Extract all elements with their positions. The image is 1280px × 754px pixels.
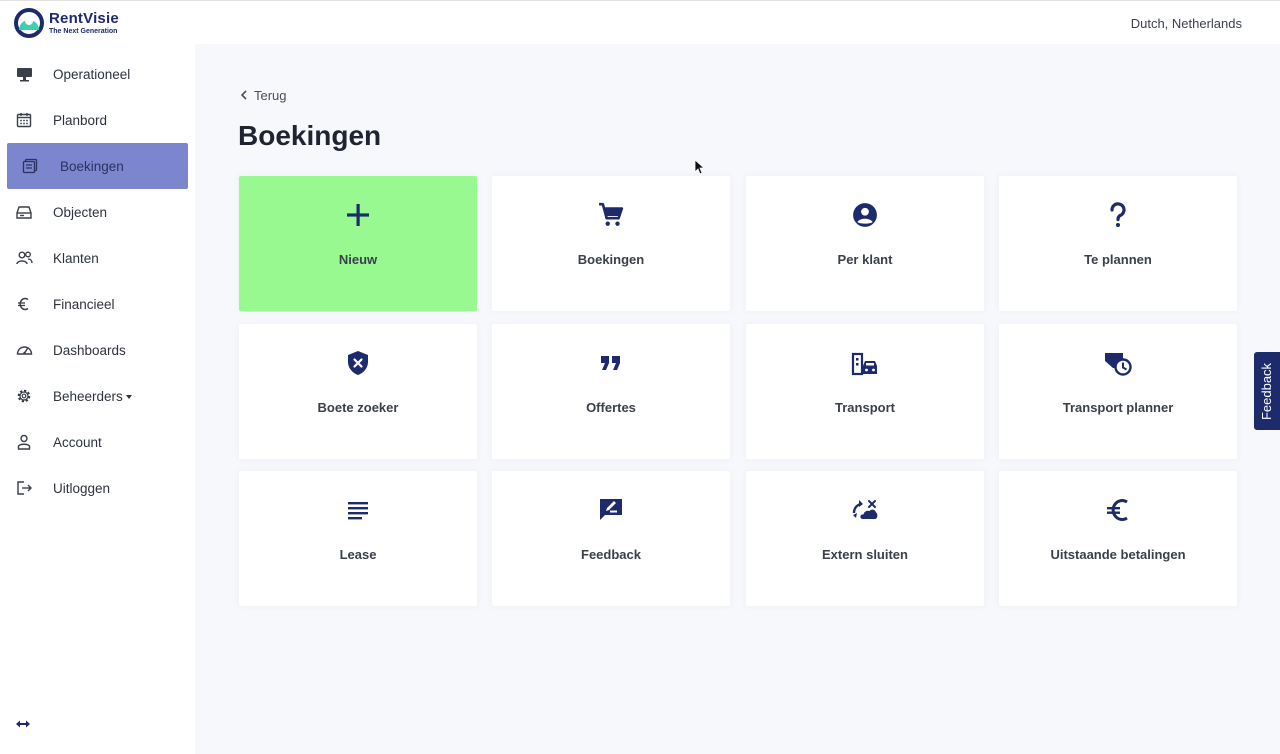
sidebar-item-objecten[interactable]: Objecten: [0, 189, 195, 235]
sidebar-item-label: Beheerders: [53, 388, 123, 404]
sidebar-item-klanten[interactable]: Klanten: [0, 235, 195, 281]
collapse-arrows-icon[interactable]: [16, 716, 30, 732]
tile-label: Per klant: [837, 252, 893, 267]
city-car-icon: [746, 348, 984, 378]
sidebar-item-label: Planbord: [53, 112, 108, 128]
plus-icon: [239, 200, 477, 230]
question-icon: [999, 200, 1237, 230]
tile-label: Transport planner: [1062, 400, 1174, 415]
tile-label: Boekingen: [577, 252, 645, 267]
brand-name: RentVisie: [49, 10, 119, 27]
sidebar-item-beheerders[interactable]: Beheerders: [0, 373, 195, 419]
feedback-tab-label: Feedback: [1259, 362, 1275, 420]
sidebar-item-label: Dashboards: [53, 342, 126, 358]
logo-icon: [13, 8, 45, 38]
feedback-tab[interactable]: Feedback: [1254, 352, 1280, 430]
tile-label: Lease: [339, 547, 377, 562]
chevron-down-icon: [125, 394, 132, 399]
tile-per-klant[interactable]: Per klant: [746, 176, 984, 311]
tile-label: Te plannen: [1084, 252, 1152, 267]
tile-offertes[interactable]: Offertes: [492, 324, 730, 459]
tile-label: Nieuw: [338, 252, 378, 267]
gear-icon: [15, 387, 33, 405]
sidebar-item-planbord[interactable]: Planbord: [0, 97, 195, 143]
sidebar-item-uitloggen[interactable]: Uitloggen: [0, 465, 195, 511]
tile-label: Feedback: [581, 547, 641, 562]
tile-extern-sluiten[interactable]: Extern sluiten: [746, 471, 984, 606]
sidebar-item-financieel[interactable]: Financieel: [0, 281, 195, 327]
gauge-icon: [15, 341, 33, 359]
euro-icon: [999, 495, 1237, 525]
shield-x-icon: [239, 348, 477, 378]
lines-icon: [239, 495, 477, 525]
tile-te-plannen[interactable]: Te plannen: [999, 176, 1237, 311]
logout-icon: [15, 479, 33, 497]
feedback-icon: [492, 495, 730, 525]
back-link[interactable]: Terug: [240, 88, 287, 103]
cart-icon: [492, 200, 730, 230]
user-icon: [15, 433, 33, 451]
top-bar: RentVisie The Next Generation Dutch, Net…: [0, 0, 1280, 44]
calendar-icon: [15, 111, 33, 129]
tile-boete-zoeker[interactable]: Boete zoeker: [239, 324, 477, 459]
chevron-left-icon: [240, 89, 248, 103]
tile-uitstaande-betalingen[interactable]: Uitstaande betalingen: [999, 471, 1237, 606]
tile-label: Offertes: [586, 400, 636, 415]
bookings-icon: [21, 157, 39, 175]
tile-nieuw[interactable]: Nieuw: [239, 176, 477, 311]
brand-tagline: The Next Generation: [49, 28, 118, 35]
truck-clock-icon: [999, 348, 1237, 378]
sidebar-item-label: Operationeel: [53, 66, 131, 82]
tile-lease[interactable]: Lease: [239, 471, 477, 606]
sidebar-item-label: Uitloggen: [53, 480, 111, 496]
sidebar-item-dashboards[interactable]: Dashboards: [0, 327, 195, 373]
tile-transport[interactable]: Transport: [746, 324, 984, 459]
tile-transport-planner[interactable]: Transport planner: [999, 324, 1237, 459]
euro-icon: [15, 295, 33, 313]
people-icon: [15, 249, 33, 267]
sidebar-item-label: Objecten: [53, 204, 108, 220]
tile-label: Extern sluiten: [822, 547, 908, 562]
sidebar-item-boekingen[interactable]: Boekingen: [7, 143, 188, 189]
sidebar-item-label: Financieel: [53, 296, 115, 312]
tile-label: Uitstaande betalingen: [1050, 547, 1186, 562]
sidebar-item-label: Account: [53, 434, 102, 450]
quote-icon: [492, 348, 730, 378]
monitor-icon: [15, 65, 33, 83]
sidebar: Operationeel Planbord Boekingen Objecten…: [0, 44, 195, 754]
tile-label: Transport: [835, 400, 895, 415]
sidebar-item-label: Klanten: [53, 250, 99, 266]
sidebar-item-label: Boekingen: [60, 158, 124, 174]
cloud-swap-icon: [746, 495, 984, 525]
tile-label: Boete zoeker: [317, 400, 399, 415]
tile-feedback[interactable]: Feedback: [492, 471, 730, 606]
back-label: Terug: [254, 88, 287, 103]
logo[interactable]: RentVisie The Next Generation: [13, 8, 119, 38]
locale-selector[interactable]: Dutch, Netherlands: [1131, 16, 1242, 31]
tile-boekingen[interactable]: Boekingen: [492, 176, 730, 311]
account-circle-icon: [746, 200, 984, 230]
drive-icon: [15, 203, 33, 221]
page-title: Boekingen: [238, 120, 382, 151]
sidebar-item-account[interactable]: Account: [0, 419, 195, 465]
main-content: Terug Boekingen Nieuw Boekingen Per klan…: [195, 44, 1280, 754]
mouse-cursor-icon: [694, 159, 706, 180]
sidebar-item-operationeel[interactable]: Operationeel: [0, 51, 195, 97]
